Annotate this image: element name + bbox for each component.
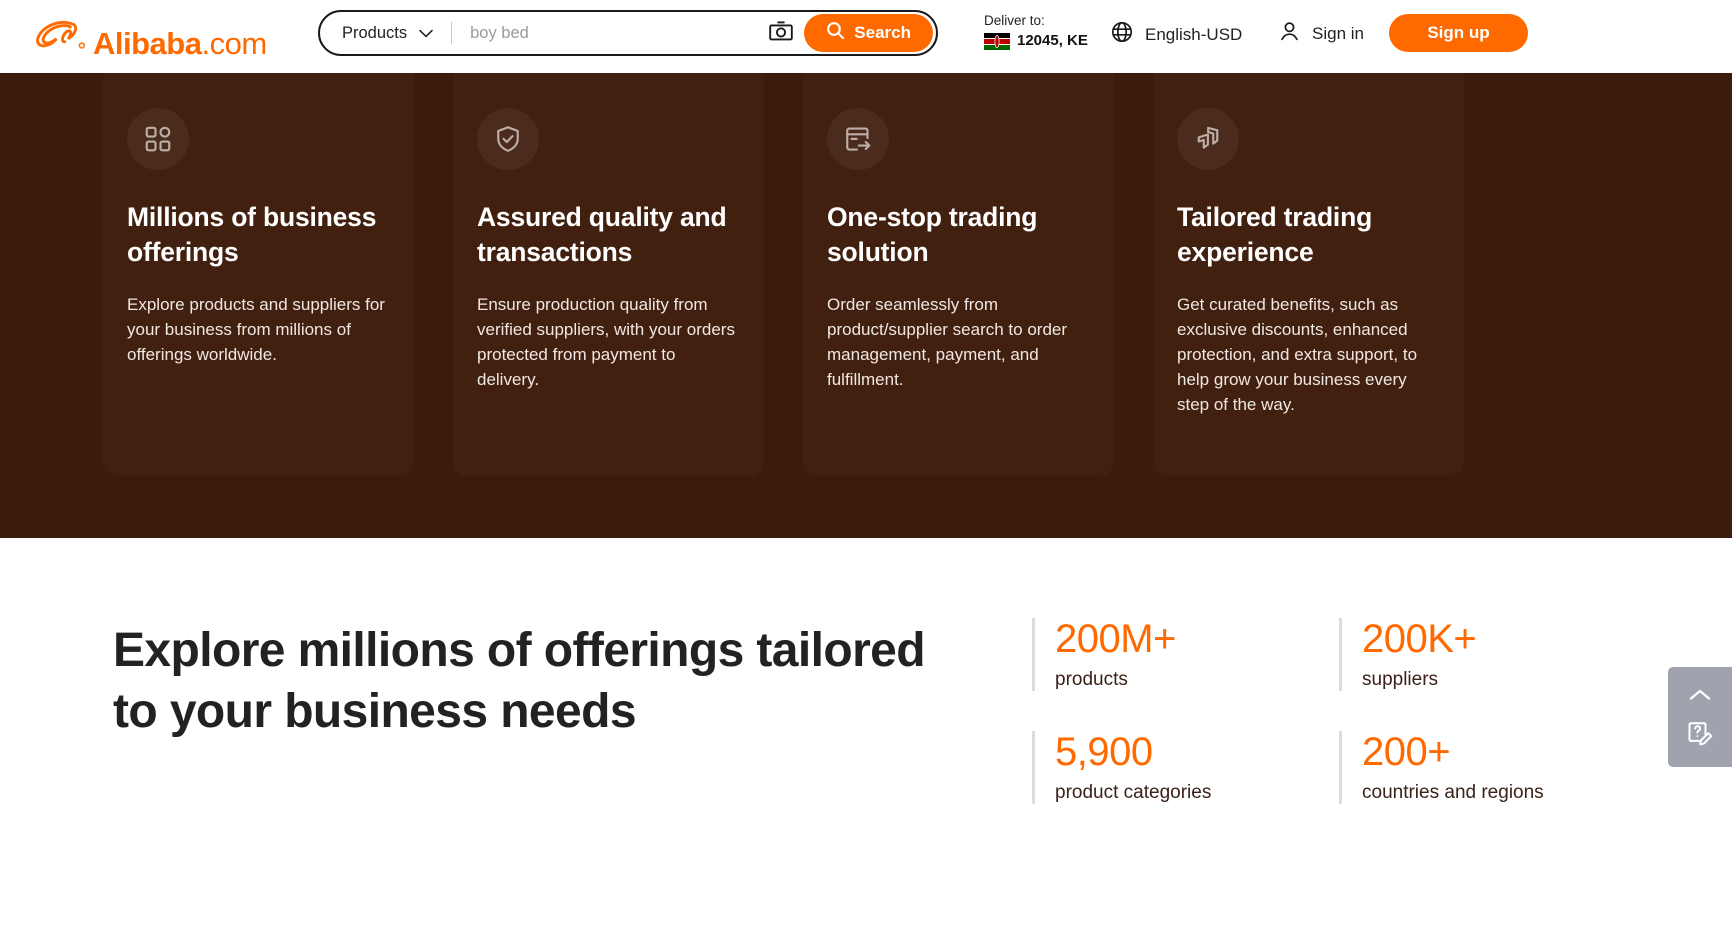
- feature-card-title: Tailored trading experience: [1177, 202, 1373, 267]
- search-category-label: Products: [342, 23, 408, 42]
- search-button-label: Search: [854, 23, 911, 42]
- search-divider: [451, 22, 453, 44]
- deliver-to-selector[interactable]: Deliver to: 12045, KE: [984, 13, 1088, 51]
- feature-card-list: Millions of business offerings Explore p…: [103, 64, 1464, 476]
- stat-item: 5,900 product categories: [1032, 731, 1339, 804]
- user-icon: [1278, 20, 1301, 48]
- camera-icon: [768, 19, 794, 48]
- stat-label: countries and regions: [1362, 782, 1544, 803]
- stat-item: 200+ countries and regions: [1339, 731, 1544, 804]
- feature-card[interactable]: Tailored trading experience Get curated …: [1153, 64, 1464, 476]
- site-header: Alibaba.com Products boy bed Search Deli…: [0, 0, 1732, 73]
- feedback-button[interactable]: [1677, 715, 1723, 757]
- search-input[interactable]: [470, 23, 765, 43]
- feature-card-title: Assured quality and transactions: [477, 202, 727, 267]
- stat-value: 200K+: [1362, 617, 1477, 661]
- order-arrow-icon: [827, 108, 889, 170]
- image-search-button[interactable]: [764, 16, 798, 50]
- alibaba-logo[interactable]: Alibaba.com: [33, 14, 267, 61]
- sign-in-link[interactable]: Sign in: [1278, 20, 1364, 48]
- scroll-to-top-button[interactable]: [1677, 679, 1723, 715]
- globe-icon: [1110, 20, 1134, 49]
- grid-apps-icon: [127, 108, 189, 170]
- page-title: Explore millions of offerings tailored t…: [113, 624, 926, 738]
- hero-banner: Millions of business offerings Explore p…: [0, 48, 1732, 538]
- layers-icon: [1177, 108, 1239, 170]
- deliver-to-value: 12045, KE: [1017, 31, 1088, 49]
- stat-label: suppliers: [1362, 669, 1439, 690]
- language-currency-selector[interactable]: English-USD: [1110, 20, 1242, 49]
- shield-check-icon: [477, 108, 539, 170]
- stat-value: 200M+: [1055, 617, 1176, 661]
- page-root: Millions of business offerings Explore p…: [0, 0, 1732, 925]
- floating-action-widget: [1668, 667, 1732, 767]
- feature-card-desc: Explore products and suppliers for your …: [127, 295, 385, 365]
- stat-item: 200K+ suppliers: [1339, 618, 1544, 691]
- stat-label: products: [1055, 669, 1128, 690]
- feature-card[interactable]: One-stop trading solution Order seamless…: [803, 64, 1114, 476]
- stat-item: 200M+ products: [1032, 618, 1339, 691]
- feature-card-title: One-stop trading solution: [827, 202, 1038, 267]
- chevron-down-icon: [419, 29, 433, 38]
- alibaba-logo-icon: [33, 14, 91, 54]
- stat-value: 200+: [1362, 730, 1451, 774]
- search-icon: [826, 21, 845, 45]
- search-bar: Products boy bed Search: [318, 10, 938, 56]
- search-button[interactable]: Search: [804, 14, 933, 52]
- feature-card[interactable]: Assured quality and transactions Ensure …: [453, 64, 764, 476]
- feedback-pencil-icon: [1685, 719, 1715, 754]
- feature-card-desc: Get curated benefits, such as exclusive …: [1177, 295, 1418, 415]
- feature-card-desc: Order seamlessly from product/supplier s…: [827, 295, 1068, 390]
- stat-label: product categories: [1055, 782, 1212, 803]
- feature-card[interactable]: Millions of business offerings Explore p…: [103, 64, 414, 476]
- deliver-to-label: Deliver to:: [984, 13, 1045, 28]
- stat-value: 5,900: [1055, 730, 1153, 774]
- sign-in-label: Sign in: [1312, 24, 1364, 43]
- explore-section: Explore millions of offerings tailored t…: [0, 538, 1732, 925]
- stats-grid: 200M+ products 200K+ suppliers 5,900 pro…: [1032, 618, 1544, 804]
- chevron-up-icon: [1688, 687, 1712, 708]
- kenya-flag-icon: [984, 32, 1010, 50]
- feature-card-title: Millions of business offerings: [127, 202, 377, 267]
- search-category-select[interactable]: Products: [320, 12, 433, 54]
- language-label: English-USD: [1145, 24, 1243, 44]
- sign-up-button[interactable]: Sign up: [1389, 14, 1528, 52]
- feature-card-desc: Ensure production quality from verified …: [477, 295, 735, 390]
- logo-text: Alibaba.com: [93, 26, 267, 61]
